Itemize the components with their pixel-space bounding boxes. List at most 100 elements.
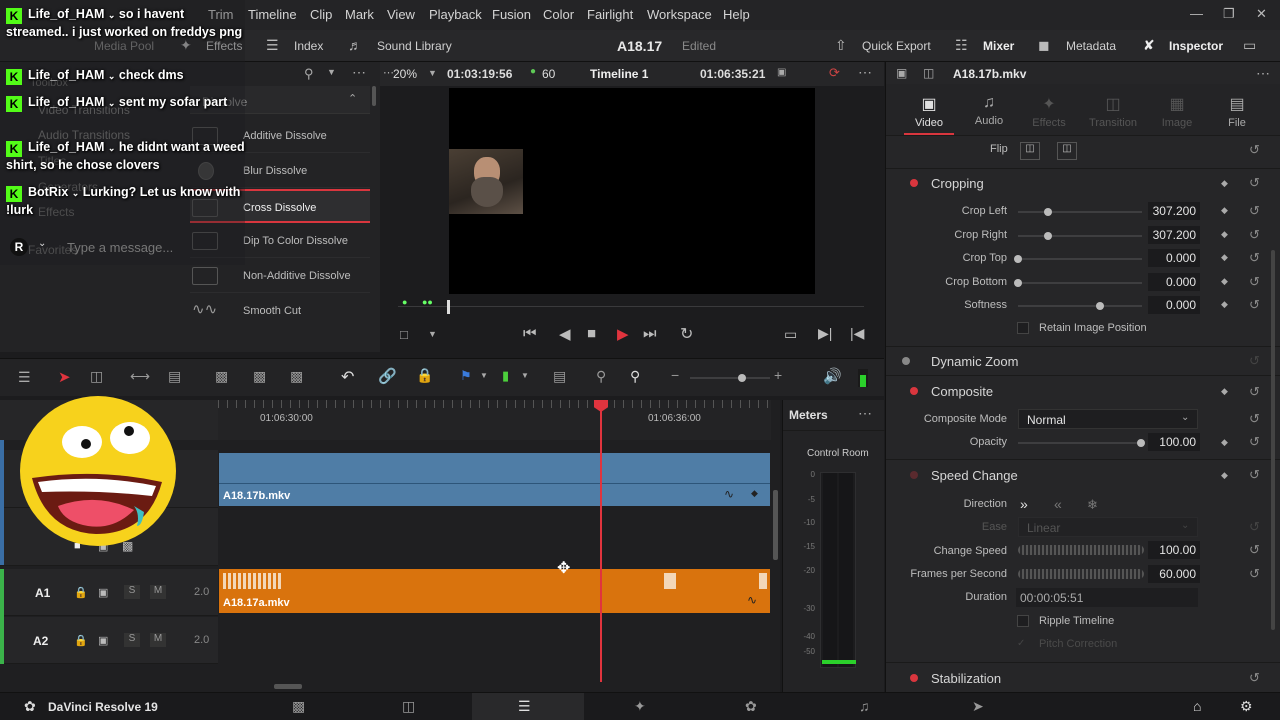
skip-forward-icon[interactable]: ⏭	[643, 325, 657, 342]
reset-crop-icon[interactable]: ↺	[1249, 274, 1260, 290]
ease-select[interactable]: Linear ⌄	[1018, 517, 1198, 537]
loop-icon[interactable]: ↻	[680, 324, 693, 344]
minimize-icon[interactable]: —	[1190, 6, 1203, 21]
replace-clip-icon[interactable]: ▩	[290, 368, 303, 385]
reset-dynamic-zoom-icon[interactable]: ↺	[1249, 353, 1260, 369]
lock-icon[interactable]: 🔒	[74, 634, 88, 647]
mute-button[interactable]: M	[150, 633, 166, 647]
menu-playback[interactable]: Playback	[429, 7, 482, 22]
meters-more-icon[interactable]: ⋯	[858, 405, 872, 422]
reset-ease-icon[interactable]: ↺	[1249, 519, 1260, 535]
inspector-split-icon[interactable]: ◫	[923, 66, 934, 80]
keyframe-icon[interactable]: ◆	[1221, 386, 1228, 397]
fairlight-page-icon[interactable]: ♫	[859, 698, 870, 714]
direction-reverse-icon[interactable]: «	[1054, 496, 1062, 512]
fps-dial[interactable]	[1018, 569, 1144, 579]
timeline-vertical-scrollbar[interactable]	[773, 490, 778, 560]
zoom-detail-icon[interactable]: ⚲	[596, 368, 606, 385]
opacity-slider[interactable]	[1018, 439, 1145, 447]
scrollbar[interactable]	[372, 86, 376, 106]
freeze-frame-icon[interactable]: ❄	[1087, 497, 1098, 513]
reset-composite-icon[interactable]: ↺	[1249, 384, 1260, 400]
reset-flip-icon[interactable]: ↺	[1249, 142, 1260, 158]
overwrite-clip-icon[interactable]: ▩	[253, 368, 266, 385]
flip-horizontal-icon[interactable]: ◫	[1020, 142, 1040, 160]
stabilization-title[interactable]: Stabilization	[931, 671, 1001, 686]
sound-library-button[interactable]: Sound Library	[377, 39, 452, 53]
match-frame-icon[interactable]: ▭	[784, 326, 797, 343]
mixer-button[interactable]: Mixer	[983, 39, 1014, 53]
reset-crop-icon[interactable]: ↺	[1249, 227, 1260, 243]
inspector-view-icon[interactable]: ▣	[896, 66, 907, 80]
zoom-in-icon[interactable]: +	[774, 367, 782, 383]
prev-edit-icon[interactable]: |◀	[850, 325, 864, 342]
fullscreen-icon[interactable]: ▭	[1243, 37, 1256, 54]
tab-video[interactable]: ▣ Video	[899, 94, 959, 129]
crop-slider[interactable]	[1018, 208, 1142, 216]
zoom-knob[interactable]	[738, 374, 746, 382]
insert-clip-icon[interactable]: ▩	[215, 368, 228, 385]
more-icon[interactable]: ⋯	[352, 64, 366, 81]
next-edit-icon[interactable]: ▶|	[818, 325, 832, 342]
chat-username[interactable]: BotRix	[28, 185, 68, 199]
speed-change-toggle[interactable]	[910, 471, 918, 479]
reset-crop-icon[interactable]: ↺	[1249, 250, 1260, 266]
menu-fairlight[interactable]: Fairlight	[587, 7, 633, 22]
viewer-mode-icon[interactable]: □	[400, 327, 408, 342]
solo-button[interactable]: S	[124, 585, 140, 599]
reset-speed-icon[interactable]: ↺	[1249, 467, 1260, 483]
crop-slider[interactable]	[1018, 302, 1142, 310]
mute-button[interactable]: M	[150, 585, 166, 599]
menu-color[interactable]: Color	[543, 7, 574, 22]
settings-icon[interactable]: ⚙	[1240, 698, 1253, 715]
dynamic-trim-icon[interactable]: ⟷	[130, 368, 150, 385]
chat-username[interactable]: Life_of_HAM	[28, 95, 104, 109]
speaker-icon[interactable]: 🔊	[823, 367, 842, 385]
fusion-page-icon[interactable]: ✦	[634, 698, 646, 715]
duration-field[interactable]: 00:00:05:51	[1016, 588, 1198, 607]
curve-icon[interactable]: ∿	[724, 487, 734, 501]
speed-change-title[interactable]: Speed Change	[931, 468, 1018, 483]
resolution-icon[interactable]: ▣	[777, 67, 786, 78]
keyframe-icon[interactable]: ◆	[1221, 276, 1228, 287]
home-icon[interactable]: ⌂	[1193, 698, 1201, 714]
keyframe-icon[interactable]: ◆	[1221, 299, 1228, 310]
chevron-down-icon[interactable]: ▼	[521, 371, 529, 380]
chevron-down-icon[interactable]: ⌄	[38, 238, 46, 249]
layout-icon[interactable]: ☰	[18, 369, 31, 386]
zoom-full-icon[interactable]: ▤	[553, 368, 566, 385]
dynamic-zoom-title[interactable]: Dynamic Zoom	[931, 354, 1018, 369]
color-page-icon[interactable]: ✿	[745, 698, 757, 715]
crop-knob[interactable]	[1096, 302, 1104, 310]
video-clip[interactable]: A18.17b.mkv ∿ ◆	[219, 453, 770, 506]
reset-cropping-icon[interactable]: ↺	[1249, 175, 1260, 191]
stabilization-toggle[interactable]	[910, 674, 918, 682]
sync-icon[interactable]: ⟳	[829, 65, 840, 81]
composite-toggle[interactable]	[910, 387, 918, 395]
chat-username[interactable]: Life_of_HAM	[28, 140, 104, 154]
flag-icon[interactable]: ⚑	[460, 368, 472, 384]
crop-slider[interactable]	[1018, 232, 1142, 240]
timeline-name[interactable]: Timeline 1	[590, 67, 648, 81]
reset-stabilization-icon[interactable]: ↺	[1249, 670, 1260, 686]
chat-username[interactable]: Life_of_HAM	[28, 68, 104, 82]
cropping-title[interactable]: Cropping	[931, 176, 984, 191]
quick-export-button[interactable]: Quick Export	[862, 39, 931, 53]
zoom-out-icon[interactable]: −	[671, 367, 679, 383]
deliver-page-icon[interactable]: ➤	[972, 698, 984, 715]
auto-select-icon[interactable]: ▣	[98, 634, 108, 647]
menu-mark[interactable]: Mark	[345, 7, 374, 22]
scrubber-playhead[interactable]	[447, 300, 450, 314]
index-button[interactable]: Index	[294, 39, 323, 53]
reset-fps-icon[interactable]: ↺	[1249, 566, 1260, 582]
tab-effects[interactable]: ✦ Effects	[1019, 94, 1079, 129]
timeline-ruler[interactable]: 01:06:30:00 01:06:36:00	[218, 400, 771, 440]
ripple-timeline-checkbox[interactable]	[1017, 615, 1029, 627]
direction-forward-icon[interactable]: »	[1020, 496, 1028, 512]
viewer-more-icon[interactable]: ⋯	[858, 64, 872, 81]
crop-knob[interactable]	[1014, 255, 1022, 263]
composite-title[interactable]: Composite	[931, 384, 993, 399]
edit-page-tab[interactable]: ☰	[472, 693, 584, 720]
dynamic-zoom-toggle[interactable]	[902, 357, 910, 365]
cropping-enable-toggle[interactable]	[910, 179, 918, 187]
